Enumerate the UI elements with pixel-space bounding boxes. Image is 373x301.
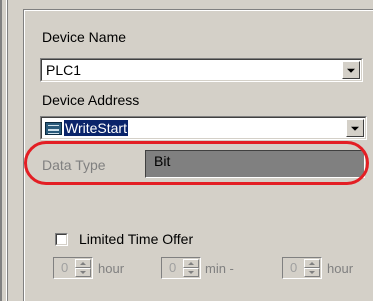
timer-1-spin-buttons[interactable] [75, 259, 91, 277]
timer-3-unit: hour [327, 261, 354, 276]
device-address-dropdown-button[interactable] [346, 119, 364, 137]
device-address-icon [45, 122, 62, 135]
data-type-field: Bit [145, 150, 365, 178]
spin-up-icon[interactable] [75, 259, 91, 268]
group-box-border [24, 10, 373, 11]
timer-2-value: 0 [169, 260, 177, 275]
spin-down-icon[interactable] [304, 268, 320, 277]
timer-3-value: 0 [290, 260, 298, 275]
timer-3-spin-buttons[interactable] [304, 259, 320, 277]
data-type-label: Data Type [42, 157, 106, 173]
timer-1-unit: hour [98, 261, 125, 276]
limited-time-offer-label: Limited Time Offer [79, 231, 194, 247]
spin-up-icon[interactable] [304, 259, 320, 268]
timer-2-spinner[interactable]: 0 [161, 257, 201, 279]
dialog-canvas: Device Name PLC1 Device Address WriteSta… [0, 0, 373, 301]
timer-2-spin-buttons[interactable] [183, 259, 199, 277]
data-type-value: Bit [154, 153, 171, 169]
timer-1-spinner[interactable]: 0 [53, 257, 93, 279]
spin-up-icon[interactable] [183, 259, 199, 268]
device-name-value: PLC1 [46, 62, 82, 78]
device-name-label: Device Name [42, 29, 127, 45]
timer-3-spinner[interactable]: 0 [282, 257, 322, 279]
device-name-dropdown-button[interactable] [342, 61, 360, 79]
device-name-combobox[interactable]: PLC1 [40, 58, 363, 82]
device-address-label: Device Address [42, 92, 140, 108]
timer-1-value: 0 [61, 260, 69, 275]
device-address-value: WriteStart [64, 120, 128, 136]
spin-down-icon[interactable] [183, 268, 199, 277]
timer-2-unit: min - [205, 261, 234, 276]
limited-time-offer-checkbox[interactable] [55, 233, 68, 246]
spin-down-icon[interactable] [75, 268, 91, 277]
device-address-combobox[interactable]: WriteStart [40, 116, 367, 140]
group-box-border [24, 10, 25, 301]
